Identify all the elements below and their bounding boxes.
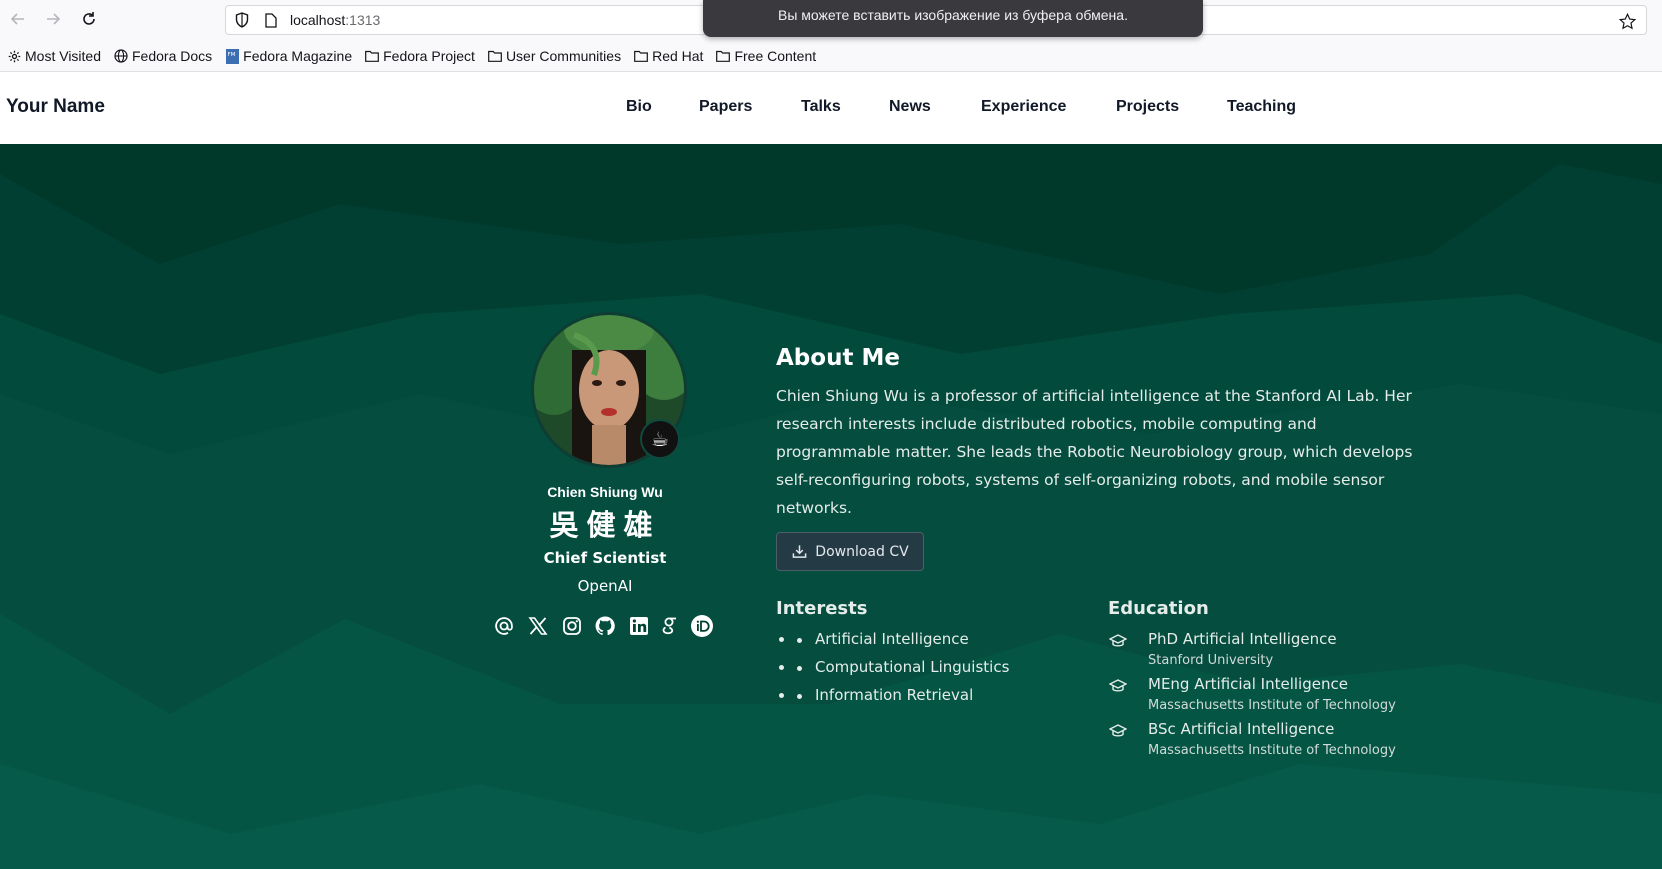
social-links: [492, 614, 722, 640]
bookmark-label: Fedora Magazine: [243, 48, 353, 64]
site-header: Your Name Bio Papers Talks News Experien…: [0, 72, 1662, 144]
orcid-icon[interactable]: [690, 614, 714, 638]
bookmark-fedora-project[interactable]: Fedora Project: [365, 48, 475, 64]
graduation-cap-icon: [1108, 632, 1128, 650]
list-item: Artificial Intelligence: [795, 630, 1095, 658]
interests-title: Interests: [776, 598, 868, 619]
education-item: BSc Artificial Intelligence Massachusett…: [1108, 720, 1428, 765]
education-institution: Massachusetts Institute of Technology: [1148, 698, 1396, 713]
x-icon[interactable]: [526, 614, 550, 638]
back-button[interactable]: [7, 8, 29, 30]
browser-chrome: localhost:1313 Most Visited Fedora Docs …: [0, 0, 1662, 72]
folder-icon: [365, 49, 380, 63]
nav-talks[interactable]: Talks: [801, 98, 841, 116]
bullet-icon: [797, 638, 802, 643]
education-institution: Stanford University: [1148, 653, 1274, 668]
bookmark-red-hat[interactable]: Red Hat: [634, 48, 703, 64]
bookmark-fedora-docs[interactable]: Fedora Docs: [114, 48, 212, 64]
nav-projects[interactable]: Projects: [1116, 98, 1179, 116]
arrow-right-icon: [47, 13, 61, 25]
forward-button[interactable]: [42, 8, 64, 30]
bookmark-label: Fedora Project: [383, 48, 475, 64]
url-text[interactable]: localhost:1313: [290, 12, 380, 28]
profile-name-cjk: 吳健雄: [549, 508, 661, 542]
list-item: Information Retrieval: [795, 686, 1095, 714]
download-cv-button[interactable]: Download CV: [776, 532, 924, 571]
reload-button[interactable]: [78, 8, 100, 30]
interest-label: Artificial Intelligence: [815, 630, 969, 648]
about-bio: Chien Shiung Wu is a professor of artifi…: [776, 387, 1413, 517]
nav-experience[interactable]: Experience: [981, 98, 1066, 116]
instagram-icon[interactable]: [560, 614, 584, 638]
nav-papers[interactable]: Papers: [699, 98, 752, 116]
arrow-left-icon: [10, 13, 24, 25]
education-degree: MEng Artificial Intelligence: [1148, 675, 1348, 693]
main-nav: Bio Papers Talks News Experience Project…: [0, 98, 1662, 118]
fedora-magazine-icon: FM: [225, 48, 239, 64]
hero-section: ☕ Chien Shiung Wu 吳健雄 Chief Scientist Op…: [0, 144, 1662, 869]
bookmark-most-visited[interactable]: Most Visited: [7, 48, 101, 64]
nav-news[interactable]: News: [889, 98, 931, 116]
about-title: About Me: [776, 345, 900, 371]
bookmark-label: User Communities: [505, 48, 622, 64]
education-item: PhD Artificial Intelligence Stanford Uni…: [1108, 630, 1428, 675]
svg-text:FM: FM: [227, 52, 235, 58]
nav-bio[interactable]: Bio: [626, 98, 652, 116]
education-item: MEng Artificial Intelligence Massachuset…: [1108, 675, 1428, 720]
interest-label: Computational Linguistics: [815, 658, 1010, 676]
bookmark-label: Free Content: [734, 48, 817, 64]
education-title: Education: [1108, 598, 1209, 619]
graduation-cap-icon: [1108, 677, 1128, 695]
download-icon: [791, 544, 807, 560]
bullet-icon: [797, 666, 802, 671]
email-icon[interactable]: [492, 614, 516, 638]
profile-role: Chief Scientist: [543, 549, 667, 567]
education-degree: BSc Artificial Intelligence: [1148, 720, 1335, 738]
bullet-icon: [797, 694, 802, 699]
bookmark-free-content[interactable]: Free Content: [716, 48, 816, 64]
profile-org: OpenAI: [577, 577, 633, 595]
interests-list: Artificial Intelligence Computational Li…: [795, 630, 1095, 714]
folder-icon: [634, 49, 648, 63]
nav-teaching[interactable]: Teaching: [1227, 98, 1296, 116]
download-cv-label: Download CV: [815, 543, 909, 560]
education-institution: Massachusetts Institute of Technology: [1148, 743, 1396, 758]
bookmark-label: Red Hat: [652, 48, 704, 64]
education-degree: PhD Artificial Intelligence: [1148, 630, 1337, 648]
gear-icon: [7, 49, 21, 63]
folder-icon: [716, 49, 731, 63]
url-host: localhost: [290, 12, 346, 28]
bookmark-label: Most Visited: [25, 48, 101, 64]
graduation-cap-icon: [1108, 722, 1128, 740]
bookmark-fedora-magazine[interactable]: FM Fedora Magazine: [225, 48, 352, 64]
page-icon[interactable]: [264, 12, 278, 28]
folder-icon: [488, 49, 502, 63]
github-icon[interactable]: [593, 614, 617, 638]
bookmark-star-icon[interactable]: [1618, 12, 1636, 30]
linkedin-icon[interactable]: [627, 614, 651, 638]
clipboard-toast: Вы можете вставить изображение из буфера…: [703, 0, 1203, 37]
bookmark-user-communities[interactable]: User Communities: [488, 48, 621, 64]
reload-icon: [83, 12, 95, 25]
profile-name: Chien Shiung Wu: [547, 484, 663, 500]
google-scholar-icon[interactable]: [658, 614, 682, 638]
bookmarks-bar: Most Visited Fedora Docs FM Fedora Magaz…: [0, 44, 822, 68]
url-port: :1313: [345, 12, 381, 28]
interest-label: Information Retrieval: [815, 686, 974, 704]
globe-icon: [114, 49, 128, 63]
coffee-badge-icon: ☕: [640, 419, 680, 459]
bookmark-label: Fedora Docs: [132, 48, 213, 64]
list-item: Computational Linguistics: [795, 658, 1095, 686]
shield-icon[interactable]: [234, 12, 250, 28]
